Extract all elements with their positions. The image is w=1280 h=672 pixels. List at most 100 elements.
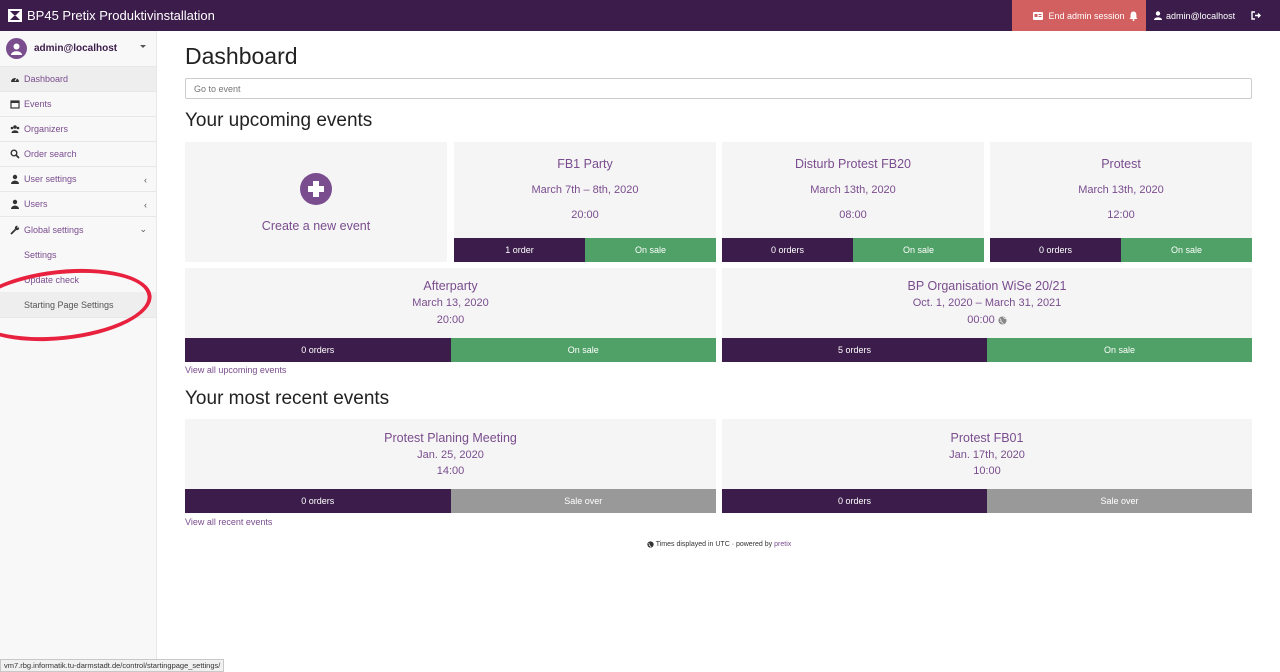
view-all-recent-link[interactable]: View all recent events bbox=[185, 517, 272, 527]
event-time: 14:00 bbox=[185, 465, 716, 477]
recent-events-heading: Your most recent events bbox=[185, 388, 390, 409]
event-time: 08:00 bbox=[722, 209, 984, 221]
sale-status: Sale over bbox=[987, 489, 1252, 513]
event-card[interactable]: BP Organisation WiSe 20/21 Oct. 1, 2020 … bbox=[722, 268, 1252, 362]
sidebar-item-organizers[interactable]: Organizers bbox=[0, 117, 156, 142]
event-card[interactable]: Afterparty March 13, 2020 20:00 0 orders… bbox=[185, 268, 716, 362]
event-date: March 13th, 2020 bbox=[810, 184, 896, 196]
event-name: FB1 Party bbox=[557, 157, 613, 171]
sidebar-item-label: Organizers bbox=[24, 124, 69, 134]
sidebar-item-label: User settings bbox=[24, 174, 77, 184]
event-time-text: 14:00 bbox=[436, 465, 465, 477]
view-all-upcoming-link[interactable]: View all upcoming events bbox=[185, 365, 286, 375]
event-time: 20:00 bbox=[185, 314, 716, 326]
pretix-logo-icon bbox=[8, 9, 22, 22]
upcoming-events-heading: Your upcoming events bbox=[185, 110, 373, 131]
orders-count[interactable]: 1 order bbox=[454, 238, 585, 262]
sale-status: On sale bbox=[987, 338, 1252, 362]
globe-icon bbox=[998, 315, 1007, 325]
event-name: Afterparty bbox=[423, 279, 478, 293]
event-name: Protest Planing Meeting bbox=[384, 431, 517, 445]
dashboard-icon bbox=[11, 77, 19, 82]
user-menu[interactable]: admin@localhost bbox=[1154, 0, 1235, 31]
event-time: 10:00 bbox=[722, 465, 1252, 477]
event-date: March 13, 2020 bbox=[412, 297, 489, 309]
event-card[interactable]: Protest Planing Meeting Jan. 25, 2020 14… bbox=[185, 419, 716, 513]
event-time: 00:00 bbox=[722, 314, 1252, 326]
wrench-icon bbox=[10, 225, 20, 235]
user-icon bbox=[1154, 11, 1162, 20]
event-status-bar: 0 orders Sale over bbox=[185, 489, 716, 513]
sidebar-subitem-settings[interactable]: Settings bbox=[0, 242, 156, 267]
event-time-text: 20:00 bbox=[571, 209, 599, 221]
event-status-bar: 1 order On sale bbox=[454, 238, 716, 262]
brand-link[interactable]: BP45 Pretix Produktivinstallation bbox=[8, 0, 215, 31]
orders-count[interactable]: 0 orders bbox=[185, 338, 451, 362]
create-event-card[interactable]: Create a new event bbox=[185, 142, 447, 262]
event-status-bar: 0 orders Sale over bbox=[722, 489, 1252, 513]
event-name: Protest FB01 bbox=[950, 431, 1024, 445]
sale-status: On sale bbox=[853, 238, 984, 262]
caret-down-icon bbox=[140, 45, 146, 48]
orders-count[interactable]: 0 orders bbox=[722, 238, 853, 262]
event-status-bar: 0 orders On sale bbox=[990, 238, 1252, 262]
sidebar-item-users[interactable]: Users ‹ bbox=[0, 192, 156, 217]
group-icon bbox=[10, 125, 20, 133]
sale-status: On sale bbox=[585, 238, 716, 262]
user-menu-label: admin@localhost bbox=[1166, 10, 1236, 21]
sidebar-item-events[interactable]: Events bbox=[0, 92, 156, 117]
event-date: March 13th, 2020 bbox=[1078, 184, 1164, 196]
sidebar-item-order-search[interactable]: Order search bbox=[0, 142, 156, 167]
search-icon bbox=[10, 149, 20, 159]
footer-text: Times displayed in UTC · powered by bbox=[655, 541, 773, 548]
sidebar: admin@localhost Dashboard Events Organiz… bbox=[0, 31, 157, 672]
event-time-text: 08:00 bbox=[839, 209, 867, 221]
event-card[interactable]: Disturb Protest FB20 March 13th, 2020 08… bbox=[722, 142, 984, 262]
avatar bbox=[6, 38, 27, 59]
event-card[interactable]: Protest March 13th, 2020 12:00 0 orders … bbox=[990, 142, 1252, 262]
orders-count[interactable]: 0 orders bbox=[722, 489, 987, 513]
sidebar-item-dashboard[interactable]: Dashboard bbox=[0, 67, 156, 92]
event-status-bar: 0 orders On sale bbox=[722, 238, 984, 262]
page-title: Dashboard bbox=[185, 43, 298, 69]
event-card[interactable]: FB1 Party March 7th – 8th, 2020 20:00 1 … bbox=[454, 142, 716, 262]
event-time: 12:00 bbox=[990, 209, 1252, 221]
id-card-icon bbox=[1033, 11, 1044, 20]
orders-count[interactable]: 5 orders bbox=[722, 338, 987, 362]
event-status-bar: 0 orders On sale bbox=[185, 338, 716, 362]
orders-count[interactable]: 0 orders bbox=[185, 489, 451, 513]
event-card[interactable]: Protest FB01 Jan. 17th, 2020 10:00 0 ord… bbox=[722, 419, 1252, 513]
sidebar-item-label: Events bbox=[24, 99, 52, 109]
sidebar-item-global-settings[interactable]: Global settings ⌄ bbox=[0, 217, 156, 242]
calendar-icon bbox=[10, 100, 20, 109]
event-time-text: 12:00 bbox=[1107, 209, 1135, 221]
sidebar-item-label: Users bbox=[24, 199, 48, 209]
notifications-button[interactable] bbox=[1124, 0, 1142, 31]
sidebar-item-label: Order search bbox=[24, 149, 77, 159]
sidebar-username: admin@localhost bbox=[34, 43, 118, 54]
sidebar-item-user-settings[interactable]: User settings ‹ bbox=[0, 167, 156, 192]
user-icon bbox=[11, 199, 19, 209]
pretix-link[interactable]: pretix bbox=[774, 541, 791, 548]
create-event-label: Create a new event bbox=[261, 219, 371, 233]
event-status-bar: 5 orders On sale bbox=[722, 338, 1252, 362]
event-date: Oct. 1, 2020 – March 31, 2021 bbox=[912, 297, 1062, 309]
footer: Times displayed in UTC · powered by pret… bbox=[185, 541, 1253, 548]
sign-out-icon bbox=[1251, 11, 1261, 20]
sidebar-item-label: Global settings bbox=[24, 224, 84, 235]
orders-count[interactable]: 0 orders bbox=[990, 238, 1121, 262]
logout-button[interactable] bbox=[1250, 0, 1262, 31]
sidebar-item-label: Dashboard bbox=[24, 74, 69, 84]
event-name: Disturb Protest FB20 bbox=[794, 157, 911, 171]
event-name: Protest bbox=[1101, 157, 1141, 171]
chevron-left-icon: ‹ bbox=[144, 175, 147, 185]
bell-icon bbox=[1129, 11, 1137, 21]
plus-circle-icon bbox=[300, 173, 332, 205]
goto-event-input[interactable] bbox=[185, 78, 1252, 99]
event-date: Jan. 25, 2020 bbox=[417, 449, 484, 461]
sidebar-user-menu[interactable]: admin@localhost bbox=[0, 31, 156, 67]
user-icon bbox=[11, 43, 22, 55]
app-title: BP45 Pretix Produktivinstallation bbox=[27, 8, 215, 23]
globe-icon bbox=[647, 541, 654, 548]
event-time-text: 00:00 bbox=[967, 314, 995, 326]
